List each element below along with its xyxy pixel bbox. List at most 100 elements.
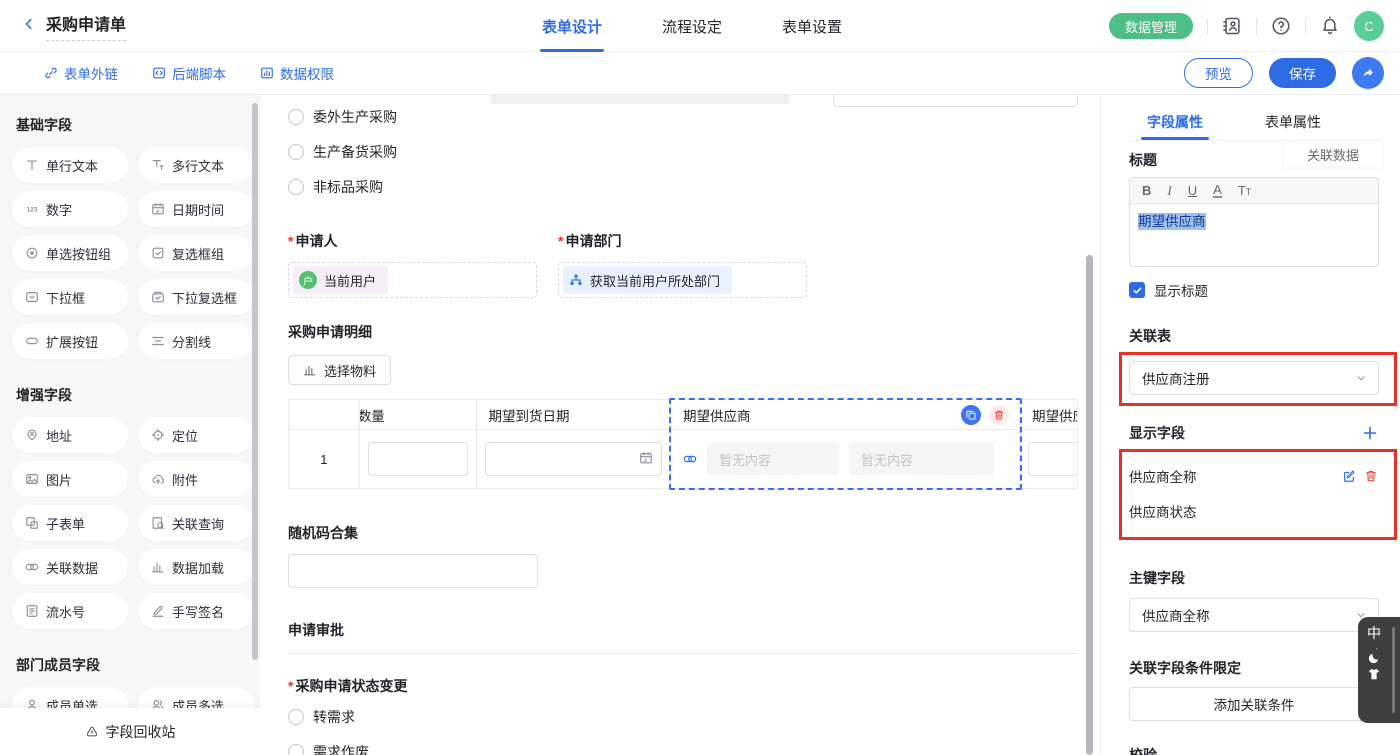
tab-form-setting[interactable]: 表单设置 [780,0,844,52]
contact-book-icon[interactable] [1222,16,1242,36]
tab-form-design[interactable]: 表单设计 [540,0,604,52]
back-button[interactable] [22,17,36,34]
field-radio-group[interactable]: 单选按钮组 [12,235,128,271]
random-code-input[interactable] [288,554,538,588]
field-recycle-bin[interactable]: 字段回收站 [0,708,260,755]
radio-option[interactable]: 转需求 [288,707,1078,727]
share-button[interactable] [1352,57,1384,89]
primary-key-dropdown[interactable]: 供应商全称 [1129,598,1379,632]
tab-field-properties[interactable]: 字段属性 [1147,112,1203,140]
expected-supplier-column-2[interactable]: 期望供应商 [1019,400,1077,488]
bell-icon[interactable] [1320,16,1340,36]
header-tabs: 表单设计 流程设定 表单设置 [540,0,844,52]
quantity-column[interactable]: 数量 [359,400,476,488]
date-input[interactable] [485,442,662,476]
tab-flow-setting[interactable]: 流程设定 [660,0,724,52]
underline-button[interactable]: U [1188,183,1197,198]
canvas-scrollbar[interactable] [1086,255,1093,755]
radio-icon[interactable] [288,744,304,755]
field-extend-button[interactable]: 扩展按钮 [12,323,128,359]
tab-form-properties[interactable]: 表单属性 [1265,112,1321,140]
field-signature[interactable]: 手写签名 [138,593,254,629]
language-toggle[interactable]: 中 [1367,625,1400,641]
related-data-icon[interactable] [683,452,697,466]
field-data-load[interactable]: 数据加载 [138,549,254,585]
edit-field-icon[interactable] [1342,469,1356,483]
row-index-cell: 1 [289,430,359,488]
department-value-box[interactable]: 获取当前用户所处部门 [558,262,807,298]
field-subform[interactable]: 子表单 [12,505,128,541]
calendar-icon [151,202,165,216]
dark-mode-toggle[interactable] [1367,651,1400,665]
display-field-row[interactable]: 供应商状态 [1129,499,1378,523]
field-select[interactable]: 下拉框 [12,279,128,315]
title-rich-editor[interactable]: B I U A TT 期望供应商 [1129,177,1379,267]
approval-section-title: 申请审批 [288,620,1078,640]
department-field[interactable]: 申请部门 获取当前用户所处部门 [558,231,807,298]
field-related-data[interactable]: 关联数据 [12,549,128,585]
applicant-value-box[interactable]: 户 当前用户 [288,262,537,298]
italic-button[interactable]: I [1167,183,1171,199]
field-multi-select[interactable]: 下拉复选框 [138,279,254,315]
radio-icon[interactable] [288,709,304,725]
show-title-checkbox[interactable] [1129,282,1145,298]
copy-column-button[interactable] [961,405,981,425]
status-change-radio-group: 转需求 需求作废 [288,707,1078,755]
delete-column-button[interactable] [989,405,1009,425]
data-manage-button[interactable]: 数据管理 [1109,13,1193,39]
field-type-tag: 关联数据 [1284,141,1382,167]
field-datetime[interactable]: 日期时间 [138,191,254,227]
quantity-input[interactable] [368,442,468,476]
preview-button[interactable]: 预览 [1184,58,1253,88]
radio-option[interactable]: 委外生产采购 [288,107,1078,127]
radio-option[interactable]: 生产备货采购 [288,142,1078,162]
radio-option[interactable]: 非标品采购 [288,177,1078,197]
form-external-link[interactable]: 表单外链 [44,63,118,83]
field-checkbox-group[interactable]: 复选框组 [138,235,254,271]
field-serial-number[interactable]: 流水号 [12,593,128,629]
field-number[interactable]: 123数字 [12,191,128,227]
delete-field-icon[interactable] [1364,469,1378,483]
title-editor-body[interactable]: 期望供应商 [1130,204,1378,266]
applicant-field[interactable]: 申请人 户 当前用户 [288,231,537,298]
user-avatar[interactable]: C [1354,11,1384,41]
field-related-query[interactable]: 关联查询 [138,505,254,541]
field-single-line-text[interactable]: 单行文本 [12,147,128,183]
save-button[interactable]: 保存 [1269,58,1336,88]
field-attachment[interactable]: 附件 [138,461,254,497]
svg-text:123: 123 [27,207,38,214]
add-condition-button[interactable]: 添加关联条件 [1129,687,1379,721]
related-data-icon [25,560,39,574]
radio-icon[interactable] [288,179,304,195]
add-display-field-button[interactable] [1362,425,1378,441]
font-size-button[interactable]: TT [1238,183,1251,198]
supplier-input-clipped[interactable] [1028,442,1077,476]
field-address[interactable]: 地址 [12,417,128,453]
field-location[interactable]: 定位 [138,417,254,453]
bold-button[interactable]: B [1142,183,1151,198]
field-image[interactable]: 图片 [12,461,128,497]
expected-supplier-column-selected[interactable]: 期望供应商 暂无内容 暂无内容 [670,400,1019,488]
radio-icon[interactable] [288,144,304,160]
column-header: 数量 [360,405,385,425]
current-user-chip-label: 当前用户 [324,271,376,290]
field-multi-line-text[interactable]: 多行文本 [138,147,254,183]
select-material-button[interactable]: 选择物料 [288,355,391,385]
field-divider[interactable]: 分割线 [138,323,254,359]
help-icon[interactable] [1271,16,1291,36]
related-table-dropdown[interactable]: 供应商注册 [1129,361,1379,395]
sidebar-scrollbar[interactable] [252,103,258,660]
backend-script-link[interactable]: 后端脚本 [152,63,226,83]
radio-option[interactable]: 需求作废 [288,742,1078,755]
radio-icon[interactable] [288,109,304,125]
separator [1207,19,1208,34]
display-field-row[interactable]: 供应商全称 [1129,464,1378,488]
font-color-button[interactable]: A [1213,183,1222,198]
cloud-upload-icon [151,472,165,486]
page-title[interactable]: 采购申请单 [46,11,126,41]
data-permission-link[interactable]: 数据权限 [260,63,334,83]
theme-skin-toggle[interactable] [1367,667,1400,681]
show-title-row[interactable]: 显示标题 [1129,280,1378,300]
expected-date-column[interactable]: 期望到货日期 [476,400,670,488]
calendar-icon[interactable] [639,451,653,465]
